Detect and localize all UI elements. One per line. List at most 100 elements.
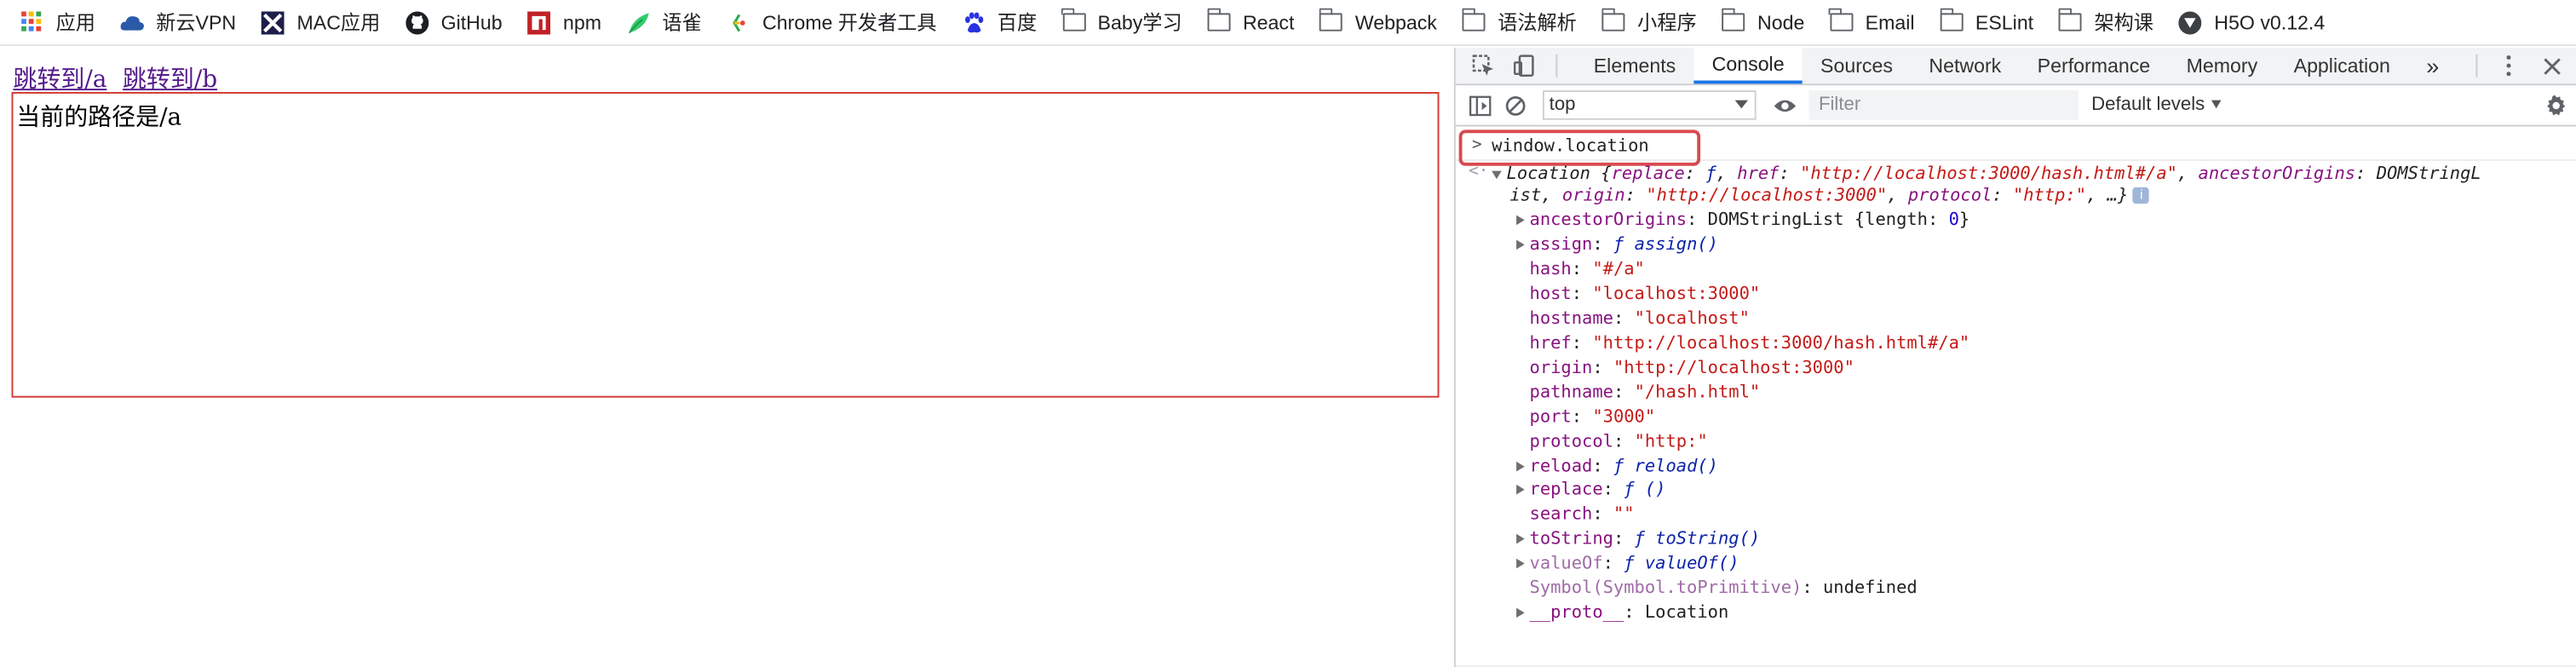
property-key: host — [1529, 284, 1572, 304]
inspect-element-icon[interactable] — [1470, 53, 1497, 79]
more-tabs-button[interactable]: » — [2408, 48, 2457, 83]
bookmark-webpack[interactable]: Webpack — [1319, 8, 1437, 35]
bookmark-应用[interactable]: 应用 — [20, 9, 95, 37]
bookmark-label: 新云VPN — [156, 11, 237, 35]
property-key: replace — [1529, 480, 1603, 501]
property-value: "3000" — [1592, 406, 1656, 427]
property-value: "localhost" — [1634, 308, 1750, 329]
property-key: hash — [1529, 259, 1572, 279]
folder-icon — [2058, 8, 2083, 35]
console-command-row: > window.location — [1455, 129, 2576, 166]
kebab-menu-icon[interactable] — [2496, 53, 2522, 79]
bookmark-chrome-开发者工具[interactable]: Chrome 开发者工具 — [727, 9, 937, 37]
tab-console[interactable]: Console — [1693, 47, 1803, 84]
x-logo-icon — [261, 10, 285, 35]
bookmark-label: React — [1242, 10, 1295, 34]
bookmark-mac应用[interactable]: MAC应用 — [261, 9, 380, 37]
bookmark-github[interactable]: GitHub — [405, 10, 503, 35]
folder-icon — [1061, 8, 1086, 35]
expand-toggle-icon[interactable] — [1516, 559, 1525, 569]
bookmark-h5o-v0-12-4[interactable]: H5O v0.12.4 — [2178, 10, 2325, 35]
property-row-ancestororigins[interactable]: ancestorOrigins: DOMStringList {length: … — [1516, 209, 1969, 233]
property-value: 0 — [1948, 210, 1959, 231]
toolbar-divider — [1555, 54, 1558, 78]
bookmark-label: Webpack — [1354, 10, 1437, 34]
property-key: Symbol(Symbol.toPrimitive) — [1529, 578, 1803, 599]
tab-application[interactable]: Application — [2275, 48, 2408, 83]
expand-toggle-icon[interactable] — [1516, 534, 1525, 545]
chevron-down-icon — [1734, 100, 1749, 109]
bookmark-label: Email — [1865, 10, 1915, 34]
bookmark-label: 语雀 — [662, 11, 702, 35]
property-row-replace[interactable]: replace: ƒ () — [1516, 479, 1665, 503]
expand-toggle-icon[interactable] — [1516, 485, 1525, 496]
property-value: ƒ toString() — [1634, 529, 1761, 549]
property-row-assign[interactable]: assign: ƒ assign() — [1516, 233, 1718, 258]
clear-console-icon[interactable] — [1504, 93, 1528, 118]
property-key: ancestorOrigins — [1529, 210, 1688, 231]
browser-window: 应用 新云VPN MAC应用 GitHub npm 语雀 Chrome 开发者工具 百度 Bab… — [0, 0, 2576, 667]
bookmark-新云vpn[interactable]: 新云VPN — [120, 9, 236, 37]
property-value: "" — [1613, 504, 1635, 525]
bookmark-百度[interactable]: 百度 — [961, 9, 1037, 37]
tab-elements[interactable]: Elements — [1576, 48, 1694, 83]
property-row-origin: origin: "http://localhost:3000" — [1529, 357, 1854, 377]
bookmark-语雀[interactable]: 语雀 — [626, 9, 702, 37]
bookmark-label: npm — [562, 10, 602, 34]
eye-icon[interactable] — [1773, 93, 1797, 118]
bookmark-label: 小程序 — [1637, 11, 1697, 35]
tab-network[interactable]: Network — [1911, 48, 2019, 83]
property-row-reload[interactable]: reload: ƒ reload() — [1516, 454, 1718, 479]
property-row-href: href: "http://localhost:3000/hash.html#/… — [1529, 333, 1970, 354]
log-levels-dropdown[interactable]: Default levels — [2091, 95, 2222, 116]
property-row-valueof[interactable]: valueOf: ƒ valueOf() — [1516, 553, 1739, 578]
return-arrow-icon: <· — [1469, 162, 1489, 181]
bookmark-架构课[interactable]: 架构课 — [2058, 8, 2153, 37]
console-output: > window.location <· Location {replace: … — [1455, 127, 2576, 667]
property-value: ƒ valueOf() — [1624, 554, 1739, 574]
property-value: "localhost:3000" — [1592, 284, 1761, 304]
info-icon[interactable]: i — [2133, 187, 2150, 204]
folder-shape — [1601, 8, 1625, 32]
h5o-icon — [2178, 10, 2203, 35]
property-key: pathname — [1529, 382, 1613, 402]
gear-icon[interactable] — [2542, 93, 2567, 118]
link-to-b[interactable]: 跳转到/b — [123, 67, 217, 94]
property-value: ƒ reload() — [1613, 456, 1718, 476]
property-value: ƒ () — [1624, 480, 1666, 501]
bookmark-react[interactable]: React — [1206, 8, 1295, 35]
property-value: DOMStringList — [1707, 210, 1854, 231]
bookmark-小程序[interactable]: 小程序 — [1601, 8, 1697, 37]
context-selector[interactable]: top — [1542, 90, 1757, 120]
log-levels-label: Default levels — [2091, 95, 2205, 116]
tab-sources[interactable]: Sources — [1803, 48, 1911, 83]
device-toolbar-icon[interactable] — [1511, 53, 1538, 79]
property-row-proto[interactable]: __proto__: Location — [1516, 601, 1728, 626]
expand-toggle-icon[interactable] — [1516, 239, 1525, 250]
bookmark-eslint[interactable]: ESLint — [1939, 8, 2033, 35]
folder-icon — [1829, 8, 1854, 35]
tab-performance[interactable]: Performance — [2019, 48, 2168, 83]
property-row-tostring[interactable]: toString: ƒ toString() — [1516, 528, 1760, 553]
bookmark-语法解析[interactable]: 语法解析 — [1461, 8, 1577, 37]
bookmark-npm[interactable]: npm — [527, 10, 601, 35]
link-to-a[interactable]: 跳转到/a — [13, 67, 106, 94]
property-value: } — [1958, 210, 1970, 231]
bookmark-baby学习[interactable]: Baby学习 — [1061, 8, 1182, 37]
property-key: origin — [1529, 357, 1593, 377]
bookmark-node[interactable]: Node — [1721, 8, 1804, 35]
bookmark-label: GitHub — [440, 10, 503, 34]
context-selector-value: top — [1549, 95, 1576, 116]
property-key: assign — [1529, 234, 1593, 255]
bookmark-email[interactable]: Email — [1829, 8, 1915, 35]
folder-shape — [1461, 8, 1486, 32]
tab-memory[interactable]: Memory — [2168, 48, 2275, 83]
sidebar-toggle-icon[interactable] — [1467, 93, 1492, 118]
expand-toggle-icon[interactable] — [1492, 170, 1502, 179]
expand-toggle-icon[interactable] — [1516, 460, 1525, 471]
property-key: port — [1529, 406, 1572, 427]
expand-toggle-icon[interactable] — [1516, 215, 1525, 226]
expand-toggle-icon[interactable] — [1516, 607, 1525, 618]
close-icon[interactable] — [2539, 53, 2565, 79]
console-filter-input[interactable] — [1808, 90, 2079, 120]
